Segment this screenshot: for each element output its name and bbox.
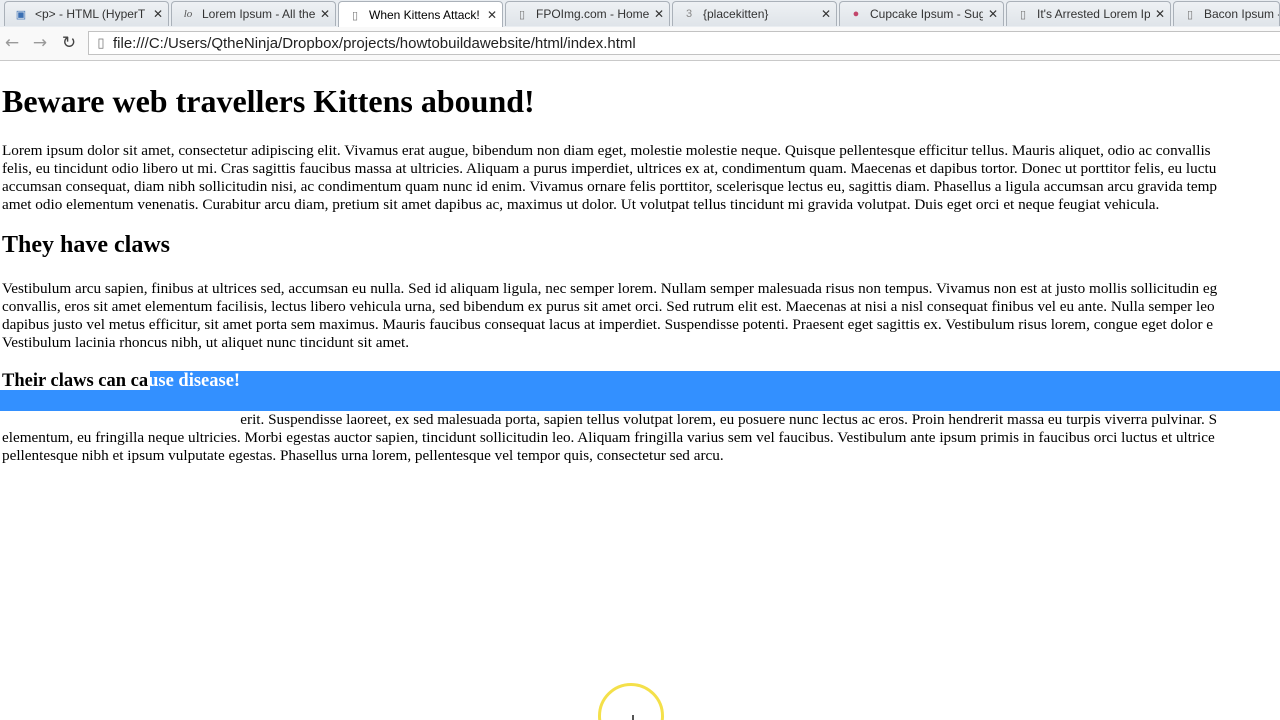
page-content: Beware web travellers Kittens abound! Lo… — [0, 61, 1280, 720]
tab-title: {placekitten} — [703, 7, 769, 21]
lorem-icon: lo — [183, 8, 193, 20]
paragraph-line: pellentesque nibh et ipsum vulputate ege… — [2, 447, 724, 464]
disease-heading: Their claws can cause disease! — [2, 370, 240, 392]
close-icon[interactable]: ✕ — [649, 7, 669, 21]
page-icon: ▯ — [97, 35, 105, 50]
paragraph-line: elementum, eu fringilla neque ultricies.… — [2, 429, 1215, 446]
heading-selected-text: use disease! — [148, 371, 241, 391]
cupcake-icon: ● — [852, 8, 860, 20]
tab-title: Bacon Ipsum - A — [1204, 7, 1279, 21]
tab-fpoimg[interactable]: ▯ FPOImg.com - Home ✕ — [505, 1, 670, 26]
claws-heading: They have claws — [2, 232, 170, 258]
tab-placekitten[interactable]: 3 {placekitten} ✕ — [672, 1, 837, 26]
tab-cupcake-ipsum[interactable]: ● Cupcake Ipsum - Sug ✕ — [839, 1, 1004, 26]
tab-strip: ▣ <p> - HTML (HyperT ✕ lo Lorem Ipsum - … — [0, 0, 1280, 28]
tab-title: <p> - HTML (HyperT — [35, 7, 146, 21]
paragraph-line: Vestibulum arcu sapien, finibus at ultri… — [2, 280, 1218, 297]
tab-title: FPOImg.com - Home — [536, 7, 649, 21]
paragraph-line: convallis, eros sit amet elementum facil… — [2, 298, 1215, 315]
page-icon: ▯ — [518, 8, 526, 21]
page-heading: Beware web travellers Kittens abound! — [2, 83, 535, 119]
address-bar[interactable]: ▯ file:///C:/Users/QtheNinja/Dropbox/pro… — [88, 31, 1280, 55]
paragraph-line: Vestibulum lacinia rhoncus nibh, ut aliq… — [2, 334, 410, 351]
tab-html-reference[interactable]: ▣ <p> - HTML (HyperT ✕ — [4, 1, 169, 26]
html-icon: ▣ — [15, 8, 27, 21]
heading-unselected-text: Their claws can ca — [2, 371, 149, 391]
close-icon[interactable]: ✕ — [816, 7, 836, 21]
close-icon[interactable]: ✕ — [983, 7, 1003, 21]
tab-title: Lorem Ipsum - All the — [202, 7, 315, 21]
placekitten-icon: 3 — [685, 8, 693, 20]
reload-button[interactable]: ↻ — [57, 32, 81, 54]
tab-title: Cupcake Ipsum - Sug — [870, 7, 983, 21]
paragraph-line: dapibus justo vel metus efficitur, sit a… — [2, 316, 1214, 333]
address-url[interactable]: file:///C:/Users/QtheNinja/Dropbox/proje… — [113, 35, 636, 52]
intro-paragraph: Lorem ipsum dolor sit amet, consectetur … — [2, 142, 1217, 214]
page-icon: ▯ — [1186, 8, 1194, 21]
cursor-highlight-ring — [598, 683, 664, 720]
tab-when-kittens-attack[interactable]: ▯ When Kittens Attack! ✕ — [338, 1, 503, 27]
tab-bacon-ipsum[interactable]: ▯ Bacon Ipsum - A — [1173, 1, 1280, 26]
page-icon: ▯ — [351, 9, 359, 22]
browser-toolbar: ← → ↻ ▯ file:///C:/Users/QtheNinja/Dropb… — [0, 27, 1280, 61]
page-icon: ▯ — [1019, 8, 1027, 21]
forward-button[interactable]: → — [28, 32, 52, 54]
close-icon[interactable]: ✕ — [148, 7, 168, 21]
tab-arrested-lorem[interactable]: ▯ It's Arrested Lorem Ip ✕ — [1006, 1, 1171, 26]
selected-text: Duis placerat mattis enim lacinia hendr — [2, 411, 241, 428]
mouse-cursor-icon — [632, 715, 634, 720]
back-button[interactable]: ← — [0, 32, 24, 54]
claws-paragraph: Vestibulum arcu sapien, finibus at ultri… — [2, 280, 1217, 352]
paragraph-line: amet odio elementum venenatis. Curabitur… — [2, 196, 1160, 213]
disease-paragraph: Duis placerat mattis enim lacinia hendre… — [2, 411, 1217, 465]
tab-title: It's Arrested Lorem Ip — [1037, 7, 1150, 21]
unselected-text: erit. Suspendisse laoreet, ex sed malesu… — [240, 411, 1218, 428]
close-icon[interactable]: ✕ — [482, 8, 502, 22]
close-icon[interactable]: ✕ — [315, 7, 335, 21]
paragraph-line: Duis placerat mattis enim lacinia hendre… — [2, 411, 1217, 429]
tab-lorem-ipsum[interactable]: lo Lorem Ipsum - All the ✕ — [171, 1, 336, 26]
paragraph-line: Lorem ipsum dolor sit amet, consectetur … — [2, 142, 1211, 159]
tab-title: When Kittens Attack! — [369, 8, 480, 22]
paragraph-line: accumsan consequat, diam nibh sollicitud… — [2, 178, 1217, 195]
paragraph-line: felis, eu tincidunt odio libero ut mi. C… — [2, 160, 1217, 177]
close-icon[interactable]: ✕ — [1150, 7, 1170, 21]
